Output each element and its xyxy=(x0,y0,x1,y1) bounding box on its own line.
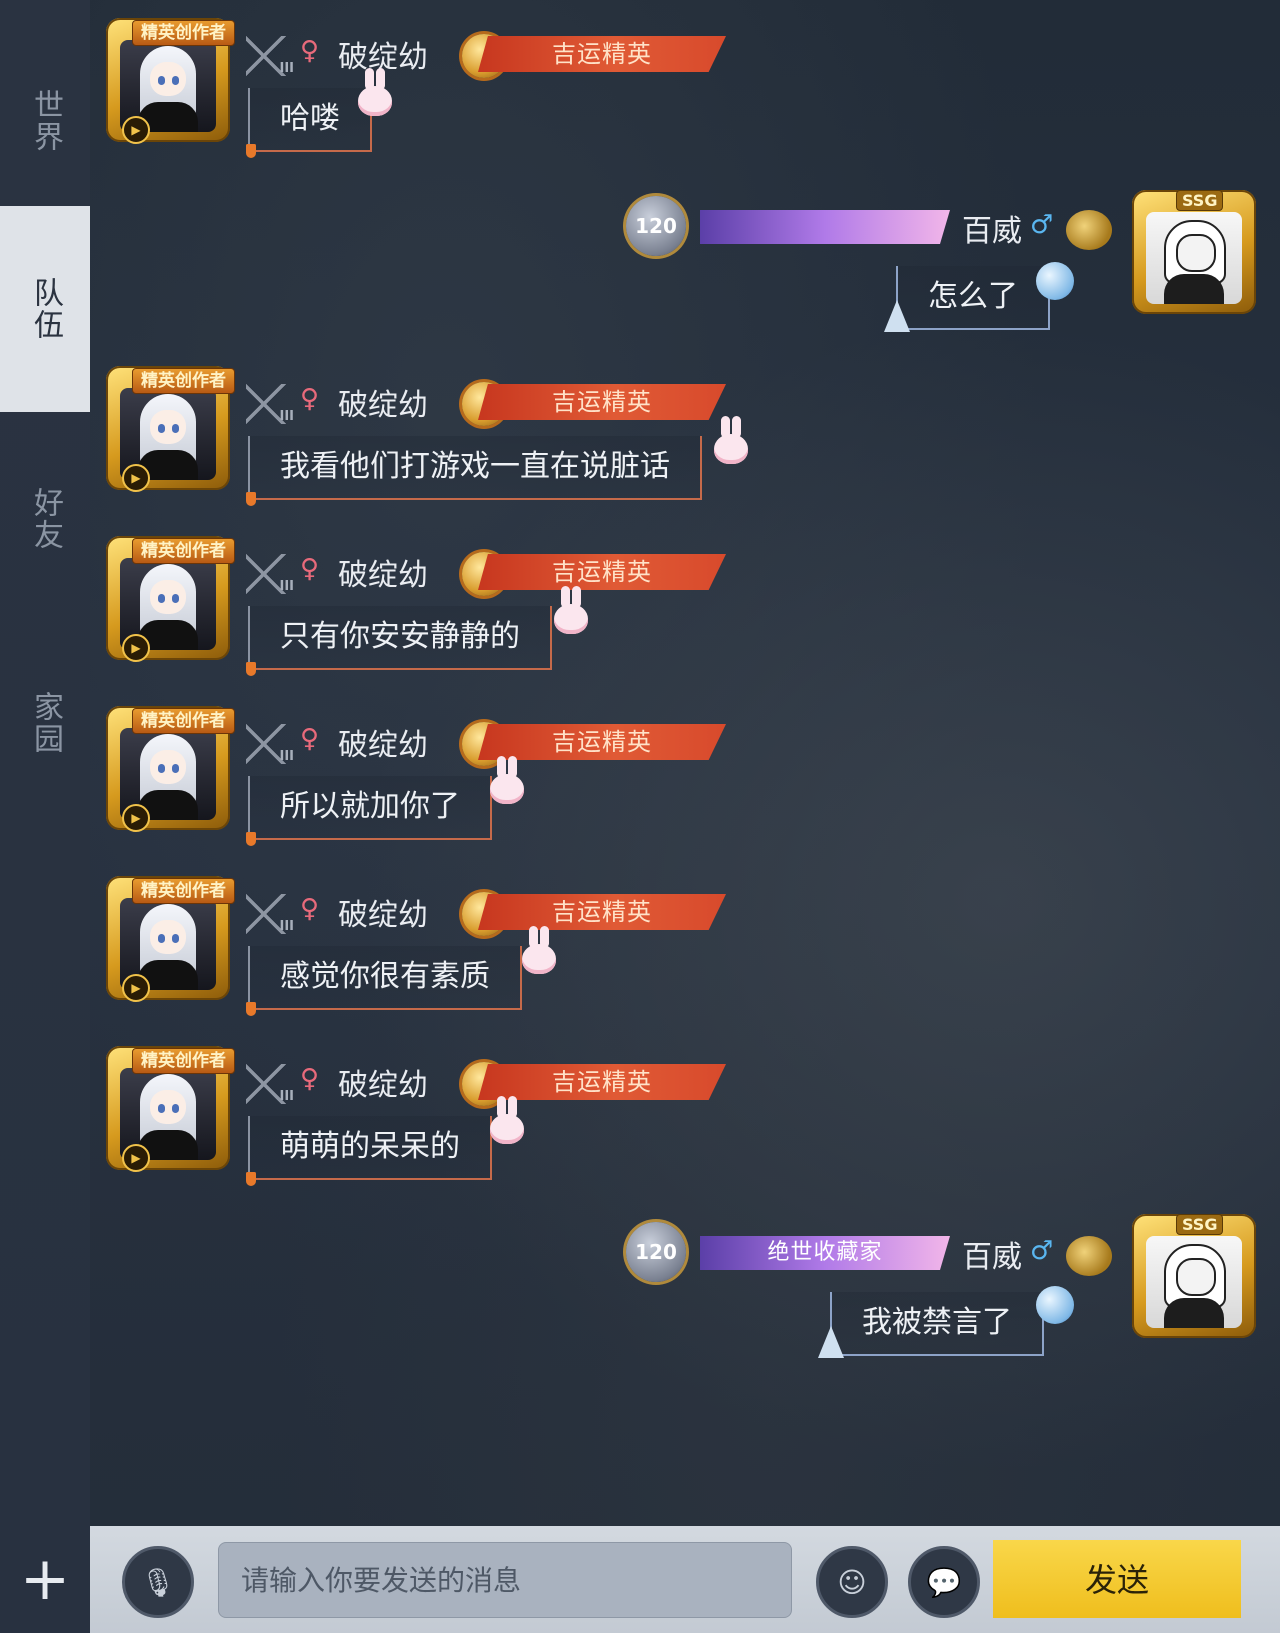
tab-home[interactable]: 家园 xyxy=(0,620,90,826)
player-title: 绝世收藏家 xyxy=(700,1236,950,1270)
message-input[interactable] xyxy=(218,1542,792,1618)
channel-sidebar: 世界 队伍 好友 家园 xyxy=(0,0,90,1526)
message-bubble[interactable]: 我被禁言了 xyxy=(830,1292,1044,1356)
creator-badge: 精英创作者 xyxy=(132,538,235,564)
sender-name[interactable]: 百威 xyxy=(962,206,1022,250)
avatar[interactable]: 精英创作者 ▶ xyxy=(106,366,235,492)
carrot-icon xyxy=(246,1002,256,1016)
bunny-icon xyxy=(554,586,588,634)
level-badge: 120 xyxy=(626,196,686,256)
emoji-icon[interactable]: ☺ xyxy=(816,1546,888,1618)
carrot-icon xyxy=(246,1172,256,1186)
bunny-icon xyxy=(490,756,524,804)
tab-team[interactable]: 队伍 xyxy=(0,206,90,412)
carrot-icon xyxy=(246,832,256,846)
male-icon: ♂ xyxy=(1030,210,1054,240)
player-title: 吉运精英 xyxy=(478,724,726,760)
sender-name[interactable]: 破绽幼 xyxy=(338,890,428,934)
avatar[interactable]: 精英创作者 ▶ xyxy=(106,18,235,144)
chat-bubble-icon[interactable]: 💬 xyxy=(908,1546,980,1618)
avatar[interactable]: 精英创作者 ▶ xyxy=(106,706,235,832)
tree-icon xyxy=(818,1326,844,1358)
rank-icon: III xyxy=(246,724,294,764)
female-icon: ♀ xyxy=(300,1064,320,1094)
play-icon[interactable]: ▶ xyxy=(122,974,150,1002)
carrot-icon xyxy=(246,144,256,158)
tree-icon xyxy=(884,300,910,332)
avatar[interactable]: SSG xyxy=(1132,1214,1256,1338)
tab-friends[interactable]: 好友 xyxy=(0,416,90,622)
avatar[interactable]: 精英创作者 ▶ xyxy=(106,1046,235,1172)
level-badge: 120 xyxy=(626,1222,686,1282)
player-title: 吉运精英 xyxy=(478,384,726,420)
message-bubble[interactable]: 只有你安安静静的 xyxy=(248,606,552,670)
sender-name[interactable]: 破绽幼 xyxy=(338,550,428,594)
female-icon: ♀ xyxy=(300,894,320,924)
microphone-icon[interactable]: 🎙 xyxy=(122,1546,194,1618)
creator-badge: 精英创作者 xyxy=(132,368,235,394)
female-icon: ♀ xyxy=(300,554,320,584)
female-icon: ♀ xyxy=(300,384,320,414)
sender-name[interactable]: 百威 xyxy=(962,1232,1022,1276)
plus-button[interactable]: + xyxy=(0,1526,90,1633)
message-bubble[interactable]: 哈喽 xyxy=(248,88,372,152)
message-bubble[interactable]: 怎么了 xyxy=(896,266,1050,330)
ssg-frame-badge: SSG xyxy=(1176,190,1224,211)
player-title: 吉运精英 xyxy=(478,1064,726,1100)
message-input-field[interactable] xyxy=(219,1543,791,1617)
bunny-icon xyxy=(358,68,392,116)
creator-badge: 精英创作者 xyxy=(132,878,235,904)
player-title-blurred xyxy=(700,210,950,244)
sender-name[interactable]: 破绽幼 xyxy=(338,1060,428,1104)
play-icon[interactable]: ▶ xyxy=(122,116,150,144)
carrot-icon xyxy=(246,492,256,506)
input-bar: + 🎙 ☺ 💬 发送 xyxy=(0,1526,1280,1633)
creator-badge: 精英创作者 xyxy=(132,1048,235,1074)
message-bubble[interactable]: 所以就加你了 xyxy=(248,776,492,840)
player-title: 吉运精英 xyxy=(478,554,726,590)
creator-badge: 精英创作者 xyxy=(132,20,235,46)
creator-badge: 精英创作者 xyxy=(132,708,235,734)
snowball-icon xyxy=(1036,262,1074,300)
bunny-icon xyxy=(522,926,556,974)
bunny-icon xyxy=(714,416,748,464)
message-bubble[interactable]: 萌萌的呆呆的 xyxy=(248,1116,492,1180)
player-title: 吉运精英 xyxy=(478,894,726,930)
play-icon[interactable]: ▶ xyxy=(122,1144,150,1172)
rank-icon xyxy=(1066,1236,1112,1276)
send-button[interactable]: 发送 xyxy=(993,1540,1241,1618)
rank-icon xyxy=(1066,210,1112,250)
rank-icon: III xyxy=(246,384,294,424)
rank-icon: III xyxy=(246,1064,294,1104)
sender-name[interactable]: 破绽幼 xyxy=(338,720,428,764)
male-icon: ♂ xyxy=(1030,1236,1054,1266)
sender-name[interactable]: 破绽幼 xyxy=(338,380,428,424)
carrot-icon xyxy=(246,662,256,676)
tab-world[interactable]: 世界 xyxy=(0,18,90,224)
avatar[interactable]: 精英创作者 ▶ xyxy=(106,876,235,1002)
bunny-icon xyxy=(490,1096,524,1144)
female-icon: ♀ xyxy=(300,724,320,754)
rank-icon: III xyxy=(246,894,294,934)
play-icon[interactable]: ▶ xyxy=(122,464,150,492)
message-bubble[interactable]: 我看他们打游戏一直在说脏话 xyxy=(248,436,702,500)
message-bubble[interactable]: 感觉你很有素质 xyxy=(248,946,522,1010)
rank-icon: III xyxy=(246,554,294,594)
snowball-icon xyxy=(1036,1286,1074,1324)
player-title: 吉运精英 xyxy=(478,36,726,72)
female-icon: ♀ xyxy=(300,36,320,66)
avatar[interactable]: SSG xyxy=(1132,190,1256,314)
ssg-frame-badge: SSG xyxy=(1176,1214,1224,1235)
play-icon[interactable]: ▶ xyxy=(122,634,150,662)
play-icon[interactable]: ▶ xyxy=(122,804,150,832)
avatar[interactable]: 精英创作者 ▶ xyxy=(106,536,235,662)
rank-icon: III xyxy=(246,36,294,76)
